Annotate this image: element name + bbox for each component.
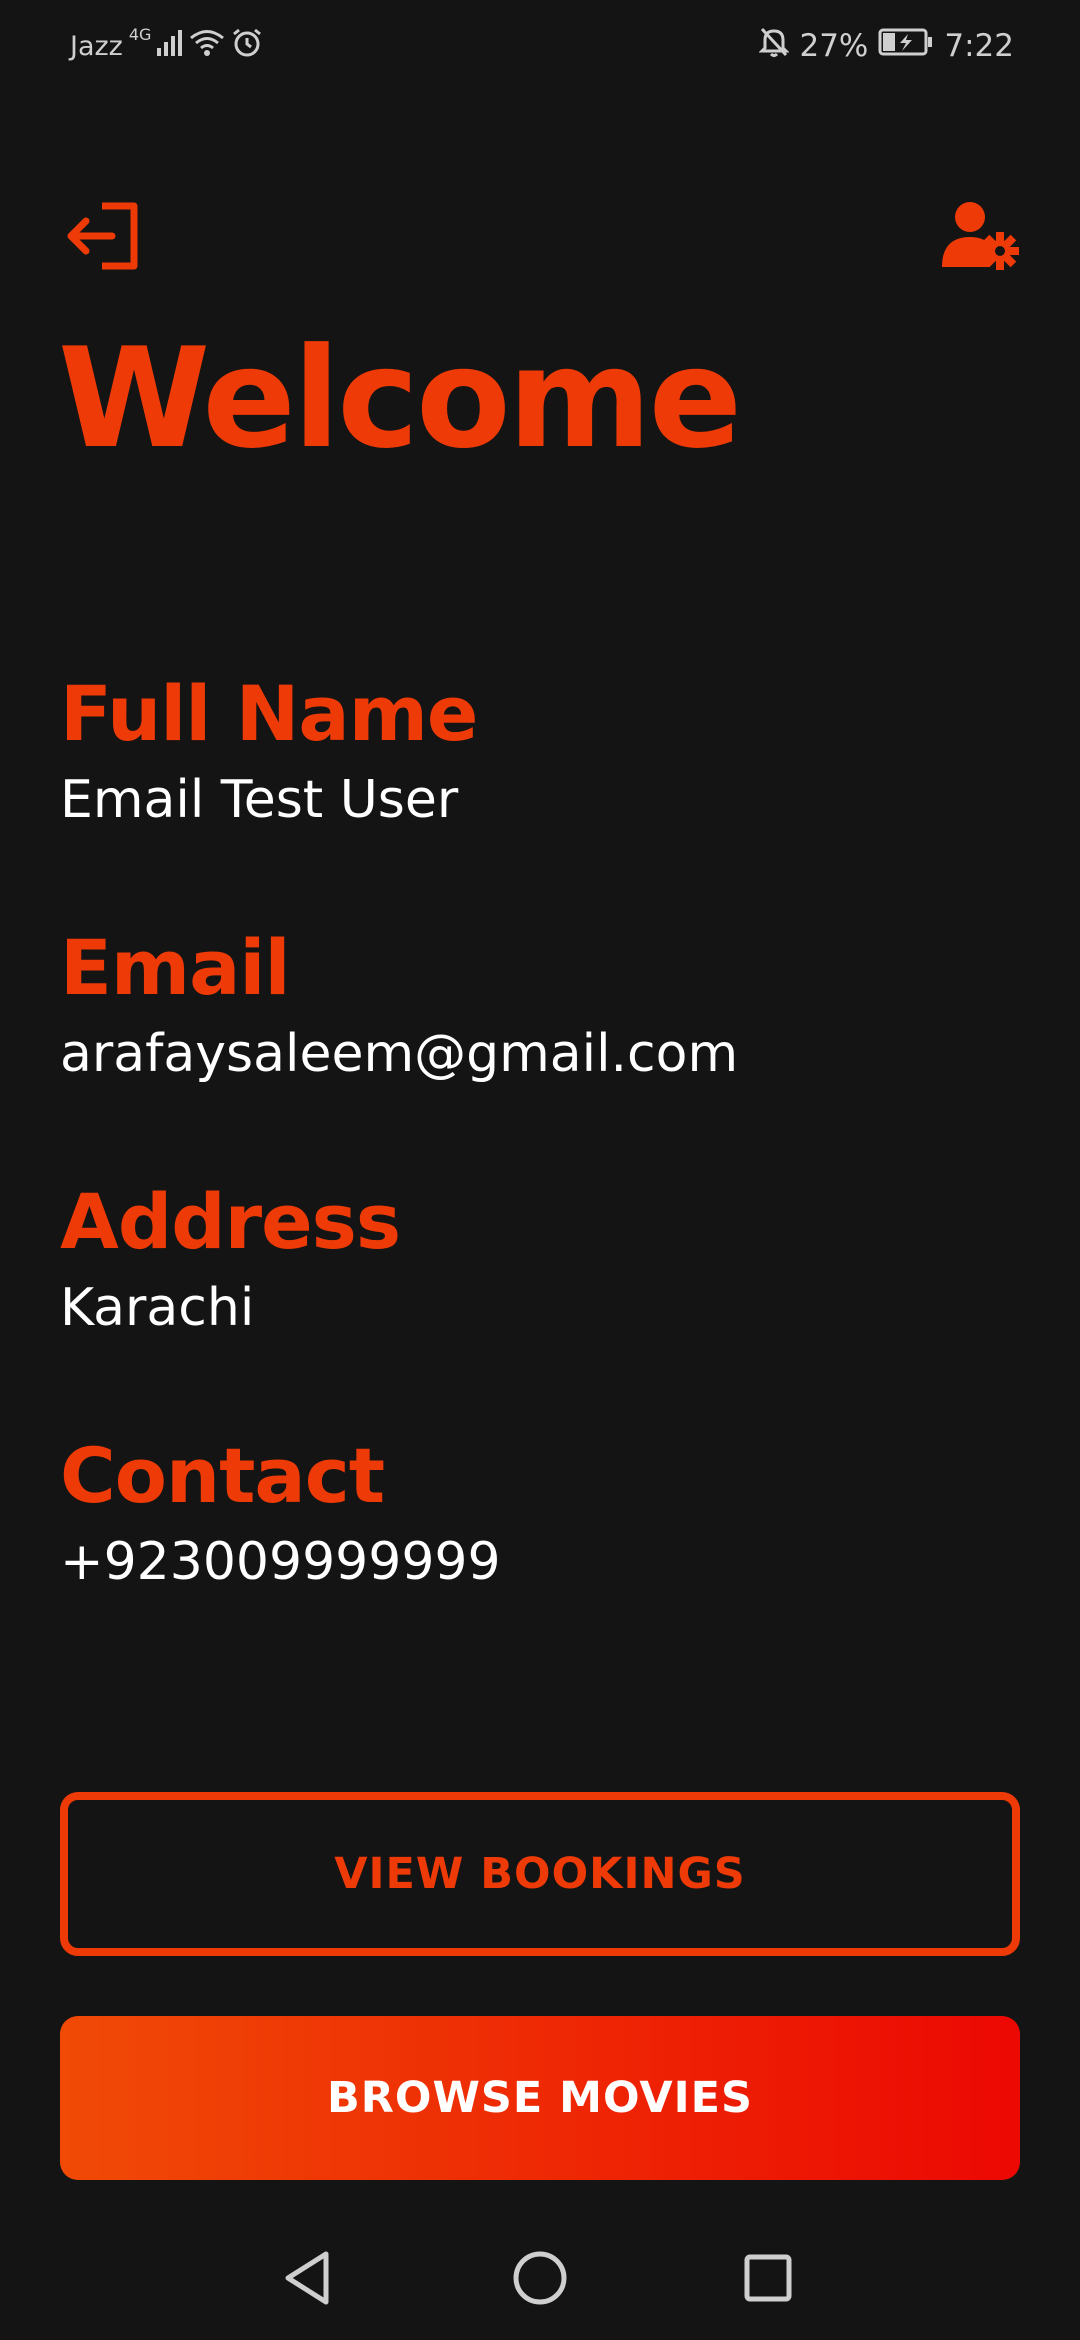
back-icon	[280, 2248, 336, 2312]
email-label: Email	[60, 923, 291, 1012]
battery-percent: 27%	[799, 28, 869, 64]
wifi-icon	[189, 28, 225, 65]
user-settings-button[interactable]	[932, 190, 1028, 286]
recents-icon	[742, 2252, 794, 2308]
full-name-section: Full Name Email Test User	[60, 669, 478, 830]
nav-back-button[interactable]	[268, 2240, 348, 2320]
page-title: Welcome	[58, 318, 742, 479]
logout-icon	[62, 200, 142, 276]
logout-button[interactable]	[54, 190, 150, 286]
contact-label: Contact	[60, 1431, 385, 1520]
contact-value: +923009999999	[60, 1532, 501, 1592]
status-left: Jazz 4G	[70, 24, 263, 68]
address-label: Address	[60, 1177, 401, 1266]
battery-charging-icon	[878, 27, 934, 65]
email-value: arafaysaleem@gmail.com	[60, 1024, 739, 1084]
system-nav-bar	[0, 2220, 1080, 2340]
address-section: Address Karachi	[60, 1177, 401, 1338]
clock-time: 7:22	[944, 28, 1014, 64]
alarm-icon	[231, 27, 263, 66]
signal-icon	[157, 28, 183, 65]
full-name-label: Full Name	[60, 669, 478, 758]
browse-movies-button[interactable]: BROWSE MOVIES	[60, 2016, 1020, 2180]
nav-recents-button[interactable]	[728, 2240, 808, 2320]
contact-section: Contact +923009999999	[60, 1431, 501, 1592]
network-type: 4G	[128, 24, 152, 44]
home-icon	[511, 2249, 569, 2311]
status-right: 27% 7:22	[758, 24, 1014, 68]
full-name-value: Email Test User	[60, 770, 459, 830]
user-settings-icon	[940, 201, 1020, 275]
email-section: Email arafaysaleem@gmail.com	[60, 923, 739, 1084]
notifications-off-icon	[758, 26, 791, 66]
carrier-name: Jazz	[70, 30, 123, 62]
address-value: Karachi	[60, 1278, 255, 1338]
status-bar: Jazz 4G 27% 7:22	[0, 0, 1080, 90]
nav-home-button[interactable]	[500, 2240, 580, 2320]
view-bookings-button[interactable]: VIEW BOOKINGS	[60, 1792, 1020, 1956]
